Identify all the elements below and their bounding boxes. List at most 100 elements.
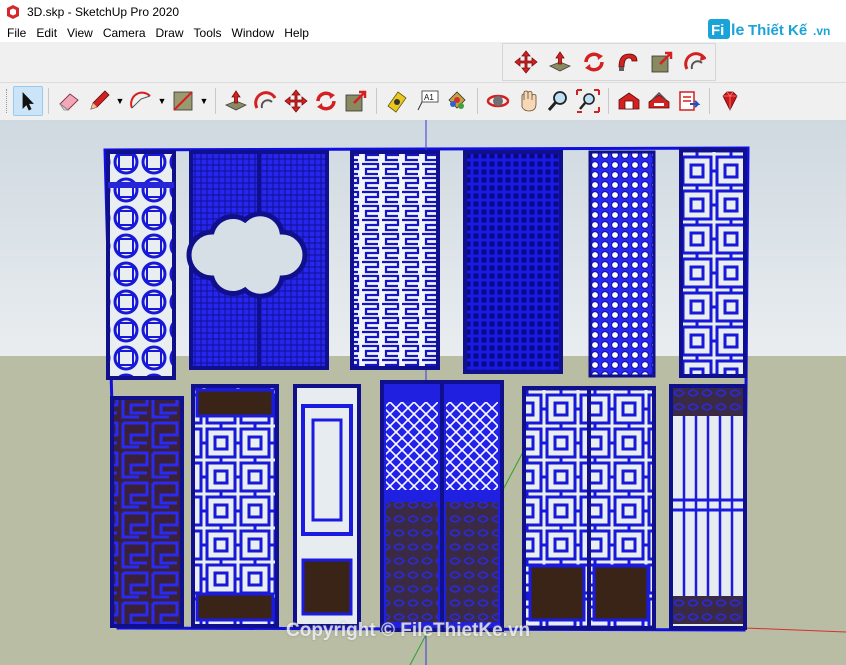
orbit-icon <box>486 94 510 107</box>
push-pull-main-button[interactable] <box>221 86 251 116</box>
toolbar-separator <box>48 87 49 114</box>
rotate-icon <box>316 91 336 110</box>
svg-text:Thiết Kế: Thiết Kế <box>748 22 808 39</box>
select-icon <box>22 91 34 111</box>
menu-window[interactable]: Window <box>227 26 280 40</box>
panel-open-frame-door <box>293 384 361 628</box>
toolbar-separator <box>477 87 478 114</box>
rectangle-dropdown-arrow[interactable]: ▼ <box>198 86 210 116</box>
push-pull-icon <box>549 51 571 72</box>
push-pull-tool-button[interactable] <box>545 47 575 77</box>
text-icon: A1 <box>417 90 439 110</box>
follow-me-icon <box>618 53 638 71</box>
zoom-tool-button[interactable] <box>543 86 573 116</box>
panel-cloud-carved-door <box>669 384 747 630</box>
menu-tools[interactable]: Tools <box>189 26 227 40</box>
arc-tool-button[interactable] <box>126 86 156 116</box>
svg-text:Fi: Fi <box>711 22 724 39</box>
ruby-icon <box>722 91 738 111</box>
toolbar-separator <box>376 87 377 114</box>
copyright-watermark: Copyright © FileThietKe.vn <box>286 620 531 641</box>
window-title: 3D.skp - SketchUp Pro 2020 <box>27 4 180 19</box>
panel-ring-dots <box>588 150 656 378</box>
pan-tool-button[interactable] <box>513 86 543 116</box>
offset-tool-button[interactable] <box>681 47 711 77</box>
svg-text:le: le <box>731 22 744 39</box>
main-toolbar: ▼ ▼ ▼ A1 <box>0 82 846 118</box>
svg-text:.vn: .vn <box>813 24 830 38</box>
pencil-dropdown-arrow[interactable]: ▼ <box>114 86 126 116</box>
panel-fret-pattern <box>350 150 440 370</box>
follow-me-tool-button[interactable] <box>613 47 643 77</box>
arc-icon <box>130 91 151 108</box>
tape-measure-icon <box>387 90 407 113</box>
ruby-console-button[interactable] <box>715 86 745 116</box>
panel-carved-double-door <box>380 380 504 632</box>
filethietke-logo: Fi le Thiết Kế .vn <box>708 19 830 39</box>
panel-key-fret-dark <box>110 396 184 628</box>
extension-warehouse-icon <box>679 90 701 111</box>
rectangle-tool-button[interactable] <box>168 86 198 116</box>
scale-icon <box>651 51 673 73</box>
pan-icon <box>521 90 537 111</box>
push-pull-icon <box>225 89 247 110</box>
text-tool-button[interactable]: A1 <box>412 86 442 116</box>
move-icon <box>514 50 538 74</box>
panel-diamond-door <box>191 384 279 628</box>
warehouse-button[interactable] <box>614 86 644 116</box>
warehouse-icon <box>618 92 640 109</box>
menu-draw[interactable]: Draw <box>151 26 189 40</box>
panel-square-lattice-double-door <box>522 386 656 630</box>
toolbar-separator <box>709 87 710 114</box>
pencil-icon <box>90 89 110 110</box>
toolbar-separator <box>215 87 216 114</box>
zoom-extents-icon <box>576 88 600 113</box>
select-tool-button[interactable] <box>13 85 43 116</box>
red-axis <box>744 627 846 633</box>
rectangle-icon <box>173 90 193 111</box>
rotate-icon <box>584 52 604 72</box>
3d-model-scene <box>103 120 846 665</box>
arc-dropdown-arrow[interactable]: ▼ <box>156 86 168 116</box>
zoom-icon <box>547 90 567 111</box>
pencil-tool-button[interactable] <box>84 86 114 116</box>
move-icon <box>284 88 308 113</box>
panel-quatrefoil-double-door <box>186 150 329 370</box>
paint-bucket-icon <box>448 90 466 109</box>
scale-icon <box>345 90 367 111</box>
move-main-button[interactable] <box>281 86 311 116</box>
rotate-main-button[interactable] <box>311 86 341 116</box>
toolbar-grip[interactable] <box>6 88 9 113</box>
model-viewport[interactable]: Copyright © FileThietKe.vn <box>0 120 846 665</box>
rotate-tool-button[interactable] <box>579 47 609 77</box>
toolbar-separator <box>608 87 609 114</box>
watermark-logo: Fi le Thiết Kế .vn <box>708 16 838 42</box>
tape-measure-tool-button[interactable] <box>382 86 412 116</box>
share-model-button[interactable] <box>644 86 674 116</box>
eraser-tool-button[interactable] <box>54 86 84 116</box>
floating-edit-toolbar <box>502 43 716 81</box>
eraser-icon <box>59 92 79 111</box>
extension-warehouse-button[interactable] <box>674 86 704 116</box>
scale-tool-button[interactable] <box>647 47 677 77</box>
svg-text:A1: A1 <box>424 93 434 102</box>
zoom-extents-tool-button[interactable] <box>573 86 603 116</box>
menu-help[interactable]: Help <box>279 26 314 40</box>
menu-view[interactable]: View <box>62 26 98 40</box>
scale-main-button[interactable] <box>341 86 371 116</box>
panel-circle-lattice <box>106 150 176 380</box>
menu-edit[interactable]: Edit <box>31 26 62 40</box>
paint-bucket-tool-button[interactable] <box>442 86 472 116</box>
move-tool-button[interactable] <box>511 47 541 77</box>
panel-dense-grid <box>463 150 563 374</box>
share-model-icon <box>648 91 670 108</box>
menu-camera[interactable]: Camera <box>98 26 151 40</box>
offset-icon <box>684 52 707 70</box>
offset-icon <box>254 90 277 109</box>
offset-main-button[interactable] <box>251 86 281 116</box>
sketchup-window: 3D.skp - SketchUp Pro 2020 File Edit Vie… <box>0 0 846 665</box>
menu-file[interactable]: File <box>2 26 31 40</box>
sketchup-app-icon <box>7 4 19 19</box>
panel-square-frames <box>679 148 747 378</box>
orbit-tool-button[interactable] <box>483 86 513 116</box>
